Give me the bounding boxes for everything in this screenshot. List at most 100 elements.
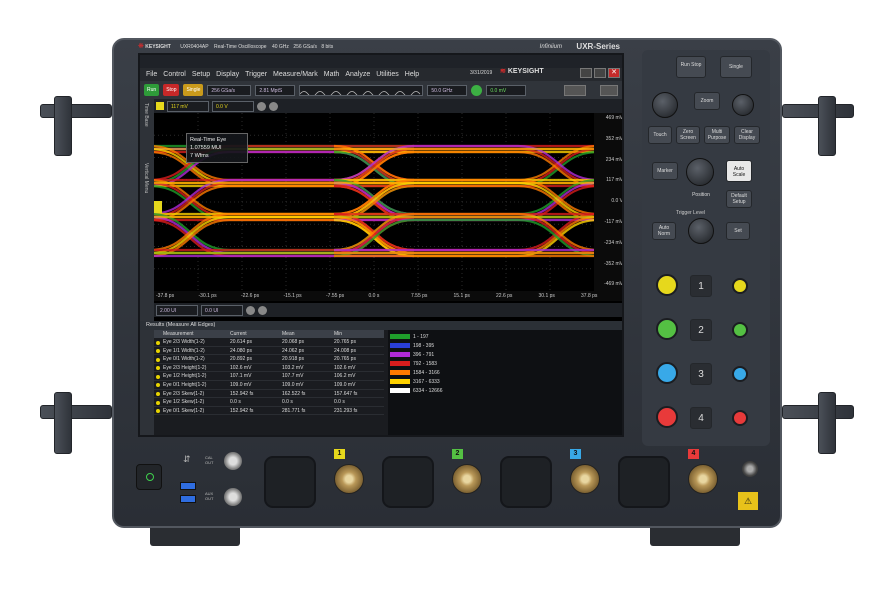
menu-measure-mark[interactable]: Measure/Mark bbox=[273, 71, 318, 78]
menu-math[interactable]: Math bbox=[324, 71, 340, 78]
y-tick-label: 469 mV bbox=[605, 115, 623, 121]
menu-help[interactable]: Help bbox=[405, 71, 419, 78]
adjust-knob-icon[interactable] bbox=[257, 101, 266, 111]
clear-display-button[interactable]: Clear Display bbox=[734, 126, 760, 144]
channel-1-offset-knob[interactable] bbox=[732, 278, 748, 294]
menu-trigger[interactable]: Trigger bbox=[245, 71, 267, 78]
horizontal-position-knob[interactable] bbox=[732, 94, 754, 116]
channel-1-bnc-connector[interactable] bbox=[334, 464, 364, 494]
marker-knob[interactable] bbox=[686, 158, 714, 186]
power-button[interactable] bbox=[136, 464, 162, 490]
probe-socket-3[interactable] bbox=[500, 456, 552, 508]
stop-button[interactable]: Stop bbox=[163, 84, 180, 96]
probe-socket-2[interactable] bbox=[382, 456, 434, 508]
legend-swatch bbox=[390, 379, 410, 385]
probe-socket-4[interactable] bbox=[618, 456, 670, 508]
touch-button[interactable]: Touch bbox=[648, 126, 672, 144]
table-row[interactable]: Eye 0/1 Height(1-2) 109.0 mV 109.0 mV 109.0… bbox=[154, 381, 384, 390]
table-row[interactable]: Eye 1/2 Height(1-2) 107.1 mV 107.7 mV 106.2… bbox=[154, 372, 384, 381]
close-icon[interactable]: ✕ bbox=[608, 68, 620, 78]
channel-2-button[interactable]: 2 bbox=[690, 319, 712, 341]
usb-port-2[interactable] bbox=[180, 495, 196, 503]
trigger-level-field[interactable]: 0.0 mV bbox=[486, 84, 527, 96]
run-stop-button[interactable]: Run Stop bbox=[676, 56, 706, 78]
channel-2-offset-knob[interactable] bbox=[732, 322, 748, 338]
trigger-marker-icon[interactable] bbox=[154, 201, 162, 213]
waveform-preview-icon bbox=[300, 90, 421, 95]
table-cell: 103.2 mV bbox=[278, 364, 330, 372]
channel-4-offset-knob[interactable] bbox=[732, 410, 748, 426]
keysight-wave-icon: ≋ bbox=[500, 68, 506, 75]
single-panel-button[interactable]: Single bbox=[720, 56, 752, 78]
default-setup-button[interactable]: Default Setup bbox=[726, 190, 752, 208]
table-row[interactable]: Eye 2/3 Skew(1-2) 152.942 fs 162.522 fs 157… bbox=[154, 390, 384, 399]
acquisition-icon[interactable] bbox=[564, 84, 587, 96]
aux-out-connector[interactable] bbox=[224, 488, 242, 506]
table-row[interactable]: Eye 2/3 Height(1-2) 102.6 mV 103.2 mV 102.6… bbox=[154, 364, 384, 373]
table-row[interactable]: Eye 2/3 Width(1-2) 20.614 ps 20.068 ps 20.7… bbox=[154, 338, 384, 347]
settings-icon[interactable] bbox=[269, 101, 278, 111]
x-tick-label: -30.1 ps bbox=[198, 293, 217, 299]
bandwidth-field[interactable]: 50.0 GHz bbox=[427, 84, 468, 96]
probe-socket-1[interactable] bbox=[264, 456, 316, 508]
cal-out-connector[interactable] bbox=[224, 452, 242, 470]
table-row[interactable]: Eye 1/1 Width(1-2) 24.080 ps 24.062 ps 24.0… bbox=[154, 347, 384, 356]
horizontal-scale-input[interactable]: 2.00 UI bbox=[156, 304, 198, 316]
menu-setup[interactable]: Setup bbox=[192, 71, 210, 78]
trigger-set-button[interactable]: Set bbox=[726, 222, 750, 240]
menu-utilities[interactable]: Utilities bbox=[376, 71, 399, 78]
horizontal-position-input[interactable]: 0.0 UI bbox=[201, 304, 243, 316]
zero-screen-button[interactable]: Zero Screen bbox=[676, 126, 700, 144]
menu-analyze[interactable]: Analyze bbox=[345, 71, 370, 78]
auto-norm-button[interactable]: Auto Norm bbox=[652, 222, 676, 240]
menu-file[interactable]: File bbox=[146, 71, 157, 78]
usb-port-1[interactable] bbox=[180, 482, 196, 490]
channel-3-scale-knob[interactable] bbox=[656, 362, 678, 384]
channel-2-bnc-connector[interactable] bbox=[452, 464, 482, 494]
channel-2-scale-knob[interactable] bbox=[656, 318, 678, 340]
menu-display[interactable]: Display bbox=[216, 71, 239, 78]
sample-rate-field[interactable]: 256 GSa/s bbox=[207, 84, 252, 96]
memory-depth-field[interactable]: 2.81 MptS bbox=[255, 84, 296, 96]
trigger-level-knob[interactable] bbox=[688, 218, 714, 244]
maximize-icon[interactable] bbox=[594, 68, 606, 78]
menu-control[interactable]: Control bbox=[163, 71, 186, 78]
channel-1-scale-knob[interactable] bbox=[656, 274, 678, 296]
y-tick-label: -469 mV bbox=[604, 281, 623, 288]
channel-3-bnc-connector[interactable] bbox=[570, 464, 600, 494]
marker-button[interactable]: Marker bbox=[652, 162, 678, 180]
run-button[interactable]: Run bbox=[144, 84, 160, 96]
results-side-tab[interactable] bbox=[140, 330, 154, 435]
legend-entry: 6334 - 12666 bbox=[390, 388, 480, 395]
layout-icon[interactable] bbox=[600, 84, 619, 96]
position-button[interactable]: Position bbox=[686, 190, 716, 202]
horizontal-settings-icon[interactable] bbox=[258, 305, 267, 315]
results-header: Results (Measure All Edges) bbox=[140, 321, 622, 330]
tab-vertical-menu[interactable]: Vertical Menu bbox=[143, 163, 149, 219]
table-row[interactable]: Eye 0/1 Skew(1-2) 152.942 fs 281.771 fs 231… bbox=[154, 407, 384, 416]
display-screen[interactable]: File Control Setup Display Trigger Measure/Ma… bbox=[138, 53, 624, 437]
trigger-offset-input[interactable]: 0.0 V bbox=[212, 100, 254, 112]
channel-4-bnc-connector[interactable] bbox=[688, 464, 718, 494]
auto-scale-button[interactable]: Auto Scale bbox=[726, 160, 752, 182]
channel-3-offset-knob[interactable] bbox=[732, 366, 748, 382]
single-button[interactable]: Single bbox=[183, 84, 204, 96]
table-row[interactable]: Eye 1/2 Skew(1-2) 0.0 s 0.0 s 0.0 s bbox=[154, 398, 384, 407]
channel-3-button[interactable]: 3 bbox=[690, 363, 712, 385]
table-row[interactable]: Eye 0/1 Width(1-2) 20.892 ps 20.918 ps 20.7… bbox=[154, 355, 384, 364]
x-tick-label: 0.0 s bbox=[368, 293, 380, 299]
trigger-level-input[interactable]: 117 mV bbox=[167, 100, 209, 112]
minimize-icon[interactable] bbox=[580, 68, 592, 78]
channel-4-button[interactable]: 4 bbox=[690, 407, 712, 429]
multi-purpose-button[interactable]: Multi Purpose bbox=[704, 126, 730, 144]
horizontal-scale-knob[interactable] bbox=[652, 92, 678, 118]
channel-1-button[interactable]: 1 bbox=[690, 275, 712, 297]
ground-terminal[interactable] bbox=[742, 461, 758, 477]
x-tick-label: -22.6 ps bbox=[241, 293, 260, 299]
trigger-source-icon bbox=[156, 102, 164, 110]
tab-time-base[interactable]: Time Base bbox=[143, 103, 149, 159]
channel-4-scale-knob[interactable] bbox=[656, 406, 678, 428]
zoom-button[interactable]: Zoom bbox=[694, 92, 720, 110]
horizontal-adjust-icon[interactable] bbox=[246, 305, 255, 315]
legend-swatch bbox=[390, 352, 410, 358]
